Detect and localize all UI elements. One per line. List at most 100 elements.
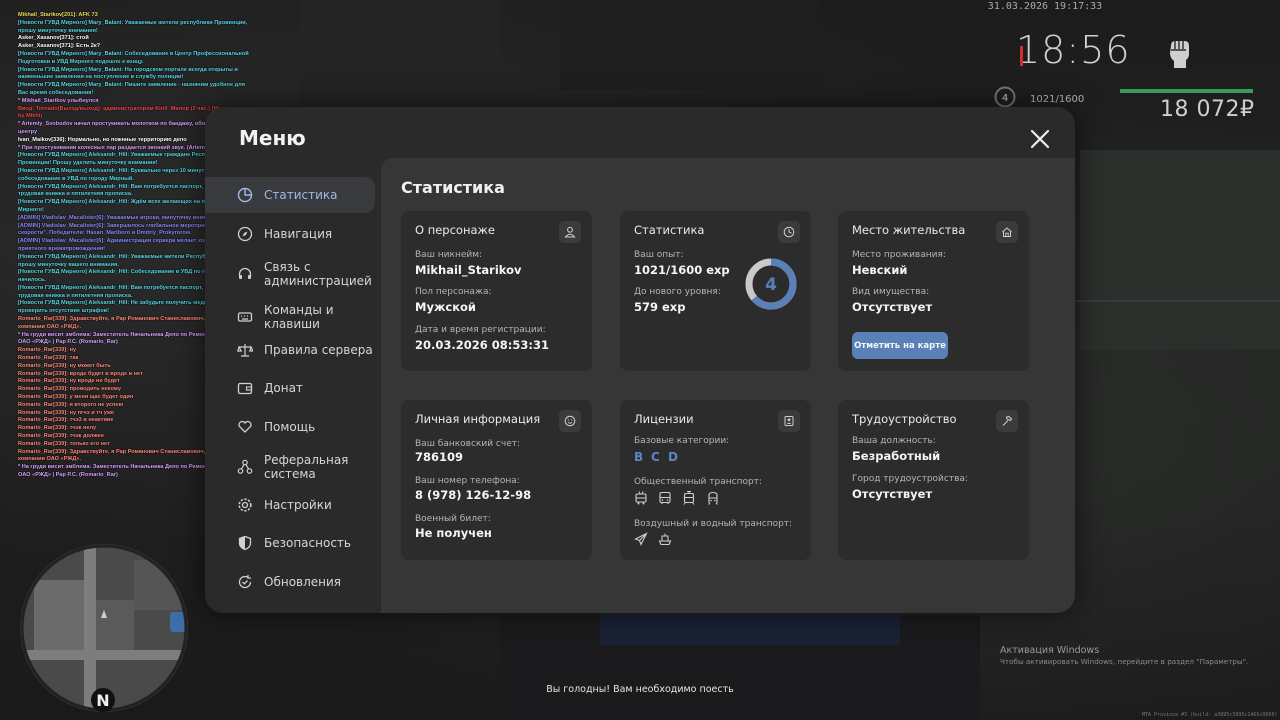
- face-icon: [559, 410, 581, 432]
- card-person: О персонаже Ваш никнейм: Mikhail_Stariko…: [401, 211, 592, 371]
- phone-label: Ваш номер телефона:: [415, 476, 520, 486]
- windows-activation-subtitle: Чтобы активировать Windows, перейдите в …: [1000, 657, 1249, 666]
- sidebar-item-label: Статистика: [264, 188, 338, 202]
- network-icon: [237, 459, 253, 474]
- pie-chart-icon: [237, 187, 253, 203]
- compass-icon: [237, 226, 253, 242]
- sidebar-item-label: Правила сервера: [264, 343, 373, 357]
- card-licenses: Лицензии Базовые категории: B C D Общест…: [620, 400, 811, 560]
- sidebar-item-label: Настройки: [264, 498, 332, 512]
- card-title: Лицензии: [634, 412, 694, 426]
- reg-value: 20.03.2026 08:53:31: [415, 338, 549, 352]
- base-categories-label: Базовые категории:: [634, 436, 730, 446]
- ship-icon: [658, 533, 672, 546]
- nick-value: Mikhail_Starikov: [415, 263, 522, 277]
- position-value: Безработный: [852, 449, 941, 463]
- metro-icon: [708, 491, 718, 505]
- reg-label: Дата и время регистрации:: [415, 325, 546, 335]
- military-value: Не получен: [415, 526, 492, 540]
- hunger-warning: Вы голодны! Вам необходимо поесть: [546, 684, 734, 695]
- sidebar-item-rules[interactable]: Правила сервера: [205, 332, 375, 368]
- sidebar-item-navigation[interactable]: Навигация: [205, 216, 375, 252]
- hud-level-value: 4: [1002, 93, 1008, 104]
- sidebar-item-settings[interactable]: Настройки: [205, 487, 375, 523]
- next-value: 579 exp: [634, 300, 686, 314]
- position-label: Ваша должность:: [852, 436, 936, 446]
- hud-health-indicator: [1020, 46, 1023, 66]
- wallet-icon: [237, 382, 253, 395]
- sidebar-item-help[interactable]: Помощь: [205, 409, 375, 445]
- card-personal: Личная информация Ваш банковский счет: 7…: [401, 400, 592, 560]
- sidebar-item-label: Связь с администрацией: [264, 260, 372, 288]
- sidebar: Статистика Навигация Связь с администрац…: [205, 173, 381, 613]
- exp-label: Ваш опыт:: [634, 250, 684, 260]
- chat-line: * Mikhail_Starikov улыбнулся: [18, 97, 99, 104]
- property-value: Отсутствует: [852, 300, 933, 314]
- mark-on-map-button[interactable]: Отметить на карте: [852, 332, 948, 359]
- job-city-label: Город трудоустройства:: [852, 474, 968, 484]
- bank-label: Ваш банковский счет:: [415, 439, 521, 449]
- menu-panel: Меню Статистика Навигация Связь с админи…: [205, 107, 1075, 613]
- id-card-icon: [778, 410, 800, 432]
- phone-value: 8 (978) 126-12-98: [415, 488, 532, 502]
- gear-icon: [238, 498, 252, 512]
- nick-label: Ваш никнейм:: [415, 250, 483, 260]
- hammer-icon: [996, 410, 1018, 432]
- sidebar-item-donate[interactable]: Донат: [205, 370, 375, 406]
- card-title: Статистика: [634, 223, 705, 237]
- license-category: B: [634, 450, 644, 464]
- sidebar-item-label: Обновления: [264, 575, 342, 589]
- refresh-icon: [238, 575, 252, 589]
- content-title: Статистика: [401, 178, 505, 197]
- sidebar-item-label: Навигация: [264, 227, 333, 241]
- card-title: Трудоустройство: [852, 412, 957, 426]
- home-icon: [996, 221, 1018, 243]
- shield-icon: [238, 535, 252, 551]
- sidebar-item-admin-contact[interactable]: Связь с администрацией: [205, 254, 375, 294]
- sidebar-item-commands[interactable]: Команды и клавиши: [205, 297, 375, 337]
- sidebar-item-statistics[interactable]: Статистика: [205, 177, 375, 213]
- sidebar-item-security[interactable]: Безопасность: [205, 525, 375, 561]
- chat-line: [Новости ГУВД Мирного] Mary_Balani: Пиши…: [18, 82, 245, 96]
- place-label: Место проживания:: [852, 250, 946, 260]
- card-stats: Статистика Ваш опыт: 1021/1600 exp До но…: [620, 211, 811, 371]
- menu-title: Меню: [239, 126, 306, 150]
- air-water-label: Воздушный и водный транспорт:: [634, 519, 793, 529]
- gender-label: Пол персонажа:: [415, 287, 492, 297]
- chat-line: Asker_Xasanov[371]: Есть 2к?: [18, 43, 101, 50]
- hud-clock: 18:56: [1016, 28, 1131, 72]
- hud-hunger-bar: [1120, 89, 1253, 93]
- close-icon[interactable]: [1029, 128, 1051, 150]
- card-job: Трудоустройство Ваша должность: Безработ…: [838, 400, 1029, 560]
- exp-value: 1021/1600 exp: [634, 263, 730, 277]
- sidebar-item-label: Команды и клавиши: [264, 303, 334, 331]
- military-label: Военный билет:: [415, 514, 491, 524]
- card-title: Место жительства: [852, 223, 966, 237]
- sidebar-item-label: Помощь: [264, 420, 316, 434]
- card-title: Личная информация: [415, 412, 541, 426]
- user-icon: [559, 221, 581, 243]
- build-info: MTA Province #3 (build: a3895c3895c1466c…: [1142, 712, 1278, 718]
- license-category: D: [668, 450, 678, 464]
- card-residence: Место жительства Место проживания: Невск…: [838, 211, 1029, 371]
- chat-line: [Новости ГУВД Мирного] Mary_Balani: Собе…: [18, 50, 249, 65]
- gender-value: Мужской: [415, 300, 476, 314]
- place-value: Невский: [852, 263, 908, 277]
- chat-line: [Новости ГУВД Мирного] Mary_Balani: На г…: [18, 66, 238, 81]
- public-transport-label: Общественный транспорт:: [634, 477, 762, 487]
- fist-icon: [1170, 41, 1189, 68]
- level-value: 4: [765, 275, 777, 295]
- chat-line: [Новости ГУВД Мирного] Mary_Balani: Уваж…: [18, 19, 248, 34]
- bank-value: 786109: [415, 450, 464, 464]
- chat-line: Mikhail_Starikov[201]: AFK 73: [18, 12, 98, 18]
- trolleybus-icon: [635, 491, 647, 505]
- level-ring-icon: 4: [994, 86, 1016, 108]
- sidebar-item-updates[interactable]: Обновления: [205, 564, 375, 600]
- sidebar-item-label: Реферальная система: [264, 453, 349, 481]
- license-category: C: [651, 450, 660, 464]
- keyboard-icon: [237, 312, 253, 322]
- next-label: До нового уровня:: [634, 287, 721, 297]
- sidebar-item-referral[interactable]: Реферальная система: [205, 447, 375, 487]
- card-title: О персонаже: [415, 223, 495, 237]
- level-progress-ring: 4: [745, 258, 797, 310]
